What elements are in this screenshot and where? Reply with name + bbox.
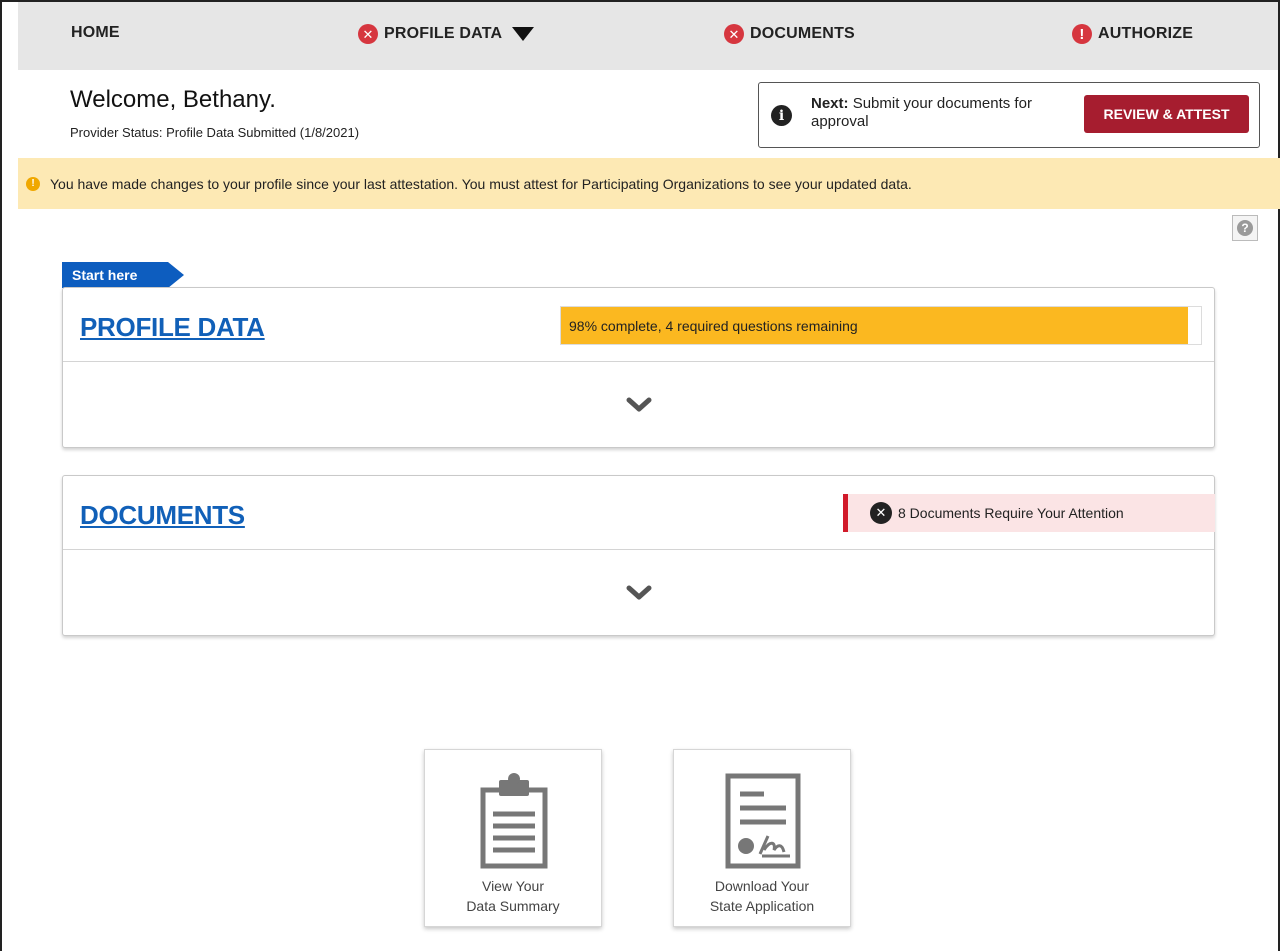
profile-progress-bar: 98% complete, 4 required questions remai… [560, 306, 1202, 345]
error-x-icon: ✕ [724, 24, 744, 44]
clipboard-icon [480, 773, 548, 869]
documents-card-body [63, 550, 1214, 635]
documents-attention-badge: ✕ 8 Documents Require Your Attention [843, 494, 1215, 532]
warning-icon: ! [26, 176, 40, 191]
profile-data-link[interactable]: PROFILE DATA [80, 312, 265, 343]
nav-profile-data[interactable]: ✕ PROFILE DATA [358, 24, 535, 44]
certificate-icon [725, 773, 801, 869]
nav-authorize[interactable]: ! AUTHORIZE [1072, 24, 1193, 44]
tile-label-line1: View Your [481, 878, 544, 894]
review-attest-button[interactable]: REVIEW & ATTEST [1084, 95, 1249, 133]
nav-profile-data-label: PROFILE DATA [384, 25, 503, 42]
profile-data-card-header: PROFILE DATA 98% complete, 4 required qu… [63, 288, 1214, 362]
nav-home[interactable]: HOME [71, 24, 120, 42]
help-button[interactable]: ? [1232, 215, 1258, 241]
tile-label-line1: Download Your [714, 878, 810, 894]
documents-link[interactable]: DOCUMENTS [80, 500, 245, 531]
view-data-summary-tile[interactable]: View Your Data Summary [424, 749, 602, 927]
documents-attention-text: 8 Documents Require Your Attention [898, 505, 1124, 521]
chevron-down-icon[interactable] [626, 396, 652, 414]
start-here-tag: Start here [62, 262, 184, 288]
chevron-down-icon[interactable] [626, 584, 652, 602]
progress-label: 98% complete, 4 required questions remai… [569, 318, 858, 334]
welcome-heading: Welcome, Bethany. [70, 86, 276, 113]
top-nav: HOME ✕ PROFILE DATA ✕ DOCUMENTS ! AUTHOR… [18, 2, 1278, 70]
documents-card-header: DOCUMENTS ✕ 8 Documents Require Your Att… [63, 476, 1215, 550]
nav-home-label: HOME [71, 24, 120, 41]
provider-status: Provider Status: Profile Data Submitted … [70, 125, 360, 140]
alert-exclamation-icon: ! [1072, 24, 1092, 44]
info-icon: i [771, 105, 792, 126]
nav-authorize-label: AUTHORIZE [1098, 25, 1194, 42]
error-x-icon: ✕ [358, 24, 378, 44]
nav-documents-label: DOCUMENTS [750, 25, 855, 42]
next-step-text: Next: Submit your documents for approval [811, 95, 1071, 131]
error-x-icon: ✕ [870, 502, 892, 524]
profile-data-card: PROFILE DATA 98% complete, 4 required qu… [62, 287, 1215, 448]
nav-documents[interactable]: ✕ DOCUMENTS [724, 24, 855, 44]
caret-down-icon[interactable] [512, 27, 535, 41]
next-step-label: Next: [811, 95, 849, 112]
next-step-panel: i Next: Submit your documents for approv… [758, 82, 1260, 148]
question-mark-icon: ? [1237, 220, 1253, 236]
tile-label-line2: State Application [709, 898, 815, 914]
documents-card: DOCUMENTS ✕ 8 Documents Require Your Att… [62, 475, 1215, 636]
changes-alert-banner: ! You have made changes to your profile … [18, 158, 1280, 209]
tile-label-line2: Data Summary [466, 898, 560, 914]
profile-data-card-body [63, 362, 1214, 447]
alert-text: You have made changes to your profile si… [50, 175, 912, 192]
download-state-application-tile[interactable]: Download Your State Application [673, 749, 851, 927]
